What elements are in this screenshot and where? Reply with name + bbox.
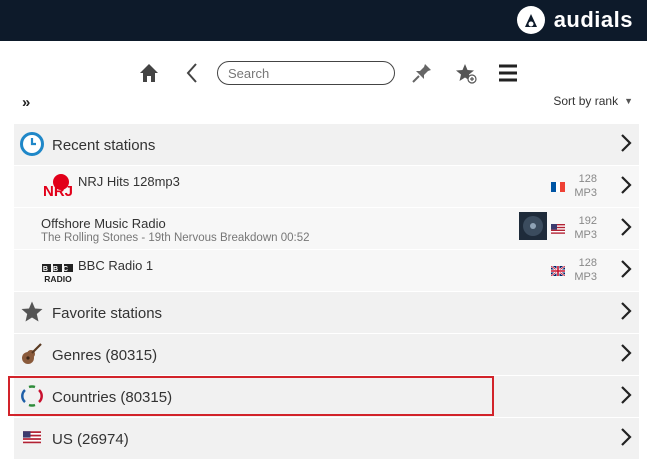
station-row-bbc[interactable]: BBC RADIO BBC Radio 1 128 MP3 — [14, 250, 639, 292]
bitrate-value: 128 — [578, 173, 597, 185]
star-icon — [21, 301, 43, 322]
chevron-right-icon[interactable] — [619, 426, 633, 448]
sub-toolbar: » Sort by rank ▼ — [0, 90, 647, 112]
format-label: MP3 — [574, 187, 597, 199]
clock-icon — [20, 132, 44, 156]
now-playing-text: The Rolling Stones - 19th Nervous Breakd… — [41, 232, 310, 244]
album-art-thumbnail — [519, 212, 547, 240]
france-flag-icon — [551, 182, 565, 192]
toolbar — [0, 55, 647, 93]
home-icon[interactable] — [137, 61, 161, 85]
bitrate-info: 128 MP3 — [574, 172, 597, 200]
station-row-offshore[interactable]: Offshore Music Radio The Rolling Stones … — [14, 208, 639, 250]
category-us[interactable]: US (26974) — [14, 418, 639, 460]
star-add-icon[interactable] — [454, 61, 478, 85]
category-label: Genres (80315) — [52, 347, 158, 364]
highlight-box — [8, 376, 494, 416]
sort-label: Sort by rank — [553, 94, 619, 108]
chevron-right-icon[interactable] — [619, 342, 633, 364]
station-name: BBC Radio 1 — [78, 258, 154, 273]
format-label: MP3 — [574, 229, 597, 241]
back-chevron-icon[interactable] — [183, 61, 201, 85]
us-flag-icon — [551, 224, 565, 234]
guitar-icon — [22, 343, 42, 364]
nrj-logo: NRJ — [41, 172, 73, 202]
chevron-right-icon[interactable] — [619, 216, 633, 238]
brand-name: audials — [553, 7, 633, 32]
search-input[interactable] — [217, 61, 395, 85]
bitrate-value: 192 — [578, 215, 597, 227]
pin-icon[interactable] — [410, 61, 434, 85]
expand-sidebar-button[interactable]: » — [22, 94, 30, 111]
category-recent-stations[interactable]: Recent stations — [14, 124, 639, 166]
format-label: MP3 — [574, 271, 597, 283]
bitrate-value: 128 — [578, 257, 597, 269]
hamburger-menu-icon[interactable] — [496, 61, 520, 85]
sort-dropdown[interactable]: Sort by rank ▼ — [553, 94, 633, 108]
svg-text:BBC: BBC — [43, 266, 73, 273]
chevron-right-icon[interactable] — [619, 384, 633, 406]
chevron-down-icon: ▼ — [624, 96, 633, 106]
app-header: audials — [0, 0, 647, 41]
category-genres[interactable]: Genres (80315) — [14, 334, 639, 376]
station-name: Offshore Music Radio — [41, 216, 166, 231]
category-label: Favorite stations — [52, 305, 163, 322]
bitrate-info: 128 MP3 — [574, 256, 597, 284]
bbc-radio-logo: BBC RADIO — [41, 256, 75, 286]
us-flag-icon — [23, 431, 41, 444]
uk-flag-icon — [551, 266, 565, 276]
bitrate-info: 192 MP3 — [574, 214, 597, 242]
category-favorite-stations[interactable]: Favorite stations — [14, 292, 639, 334]
svg-text:RADIO: RADIO — [44, 274, 72, 284]
station-name: NRJ Hits 128mp3 — [78, 174, 180, 189]
category-label: US (26974) — [52, 431, 129, 448]
station-row-nrj[interactable]: NRJ NRJ Hits 128mp3 128 MP3 — [14, 166, 639, 208]
chevron-right-icon[interactable] — [619, 174, 633, 196]
audials-logo: audials — [516, 4, 633, 36]
chevron-right-icon[interactable] — [619, 132, 633, 154]
svg-text:NRJ: NRJ — [43, 183, 73, 200]
chevron-right-icon[interactable] — [619, 258, 633, 280]
chevron-right-icon[interactable] — [619, 300, 633, 322]
category-label: Recent stations — [52, 137, 156, 154]
audials-logo-icon — [516, 6, 545, 34]
